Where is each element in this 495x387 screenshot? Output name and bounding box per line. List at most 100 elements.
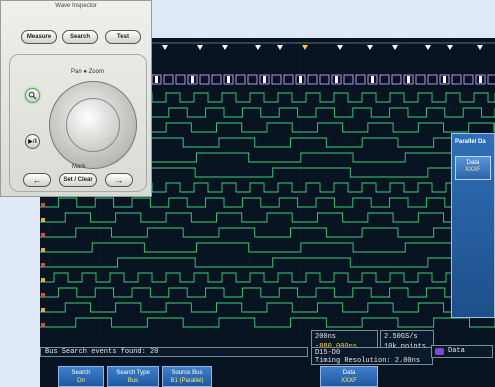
measure-button[interactable]: Measure <box>21 30 57 44</box>
bus-packet <box>235 74 246 85</box>
digital-trace <box>40 287 495 298</box>
bus-highlight <box>371 76 374 83</box>
menu-source-bus-label: Source Bus <box>171 370 203 376</box>
menu-search-type-label: Search Type <box>116 370 150 376</box>
menu-search-value: On <box>76 378 85 384</box>
bus-packet <box>379 74 390 85</box>
bus-packet <box>247 74 258 85</box>
channel-marker <box>41 293 45 297</box>
channel-marker <box>41 203 45 207</box>
bus-highlight <box>263 76 266 83</box>
zoom-button[interactable] <box>25 88 40 103</box>
bus-packet <box>211 74 222 85</box>
sample-rate: 2.50GS/s <box>384 333 418 341</box>
bus-label-box: Data <box>431 345 493 358</box>
bus-highlight <box>479 76 482 83</box>
digital-trace <box>40 257 495 268</box>
search-marker-icon <box>477 45 483 50</box>
menu-data-button[interactable]: Data XXXF <box>320 366 378 387</box>
search-marker-icon <box>222 45 228 50</box>
bus-color-chip <box>435 348 444 355</box>
bus-packet <box>283 74 294 85</box>
side-menu-data-label: Data <box>466 160 480 166</box>
bus-highlight <box>443 76 446 83</box>
search-button[interactable]: Search <box>62 30 98 44</box>
menu-data-label: Data <box>342 370 356 376</box>
digital-trace <box>40 272 495 283</box>
side-menu-title: Parallel Da <box>455 139 486 145</box>
zoom-knob-inner[interactable] <box>66 98 120 152</box>
bus-packet <box>343 74 354 85</box>
play-pause-button[interactable]: ▶/‖ <box>25 134 40 149</box>
side-menu-data-button[interactable]: Data XXXF <box>455 156 491 180</box>
bus-channels: D15-D0 <box>315 349 341 357</box>
digital-trace <box>40 212 495 223</box>
bus-highlight <box>191 76 194 83</box>
search-marker-icon <box>162 45 168 50</box>
digital-trace <box>40 197 495 208</box>
set-clear-button[interactable]: Set / Clear <box>59 173 97 187</box>
bus-packet <box>199 74 210 85</box>
magnifier-icon <box>28 91 37 100</box>
channel-marker <box>41 308 45 312</box>
side-menu-panel: Parallel Da Data XXXF <box>451 133 495 318</box>
bus-label: Data <box>448 347 465 355</box>
channel-marker <box>41 278 45 282</box>
bus-waveform <box>151 74 495 85</box>
search-marker-icon <box>337 45 343 50</box>
bus-packet <box>487 74 495 85</box>
menu-data-value: XXXF <box>341 378 357 384</box>
search-marker-icon <box>367 45 373 50</box>
menu-search-label: Search <box>71 370 91 376</box>
channel-marker <box>41 323 45 327</box>
bus-packet <box>307 74 318 85</box>
pan-zoom-label: Pan ● Zoom <box>71 69 104 75</box>
search-marker-icon <box>447 45 453 50</box>
bus-highlight <box>299 76 302 83</box>
bus-packet <box>451 74 462 85</box>
search-marker-icon <box>255 45 261 50</box>
channel-marker <box>41 233 45 237</box>
channel-marker <box>41 218 45 222</box>
previous-mark-button[interactable]: ← <box>23 173 51 187</box>
menu-search-button[interactable]: Search On <box>58 366 104 387</box>
status-text: Bus Search events found: 20 <box>45 348 159 356</box>
digital-trace <box>40 302 495 313</box>
menu-source-bus-button[interactable]: Source Bus B1 (Parallel) <box>162 366 212 387</box>
digital-trace <box>40 242 495 253</box>
menu-source-bus-value: B1 (Parallel) <box>170 378 204 384</box>
search-markers <box>162 45 483 50</box>
bus-packet <box>391 74 402 85</box>
mark-label: Mark <box>72 164 86 170</box>
channel-marker <box>41 263 45 267</box>
wave-inspector-panel: Wave Inspector Measure Search Test Pan ●… <box>0 0 152 197</box>
bus-packet <box>427 74 438 85</box>
bus-packet <box>175 74 186 85</box>
search-marker-icon <box>425 45 431 50</box>
bus-highlight <box>155 76 158 83</box>
bus-readout: D15-D0 Timing Resolution: 2.00ns <box>311 347 433 365</box>
bus-packet <box>319 74 330 85</box>
digital-trace <box>40 317 495 328</box>
bus-highlight <box>335 76 338 83</box>
menu-search-type-value: Bus <box>127 378 139 384</box>
side-menu-data-value: XXXF <box>465 167 481 173</box>
bus-highlight <box>407 76 410 83</box>
search-marker-icon <box>302 45 308 50</box>
search-marker-icon <box>197 45 203 50</box>
bus-packet <box>463 74 474 85</box>
menu-search-type-button[interactable]: Search Type Bus <box>107 366 159 387</box>
digital-trace <box>40 227 495 238</box>
bus-packet <box>163 74 174 85</box>
next-mark-button[interactable]: → <box>105 173 133 187</box>
channel-marker <box>41 248 45 252</box>
bus-packet <box>415 74 426 85</box>
bus-highlight <box>227 76 230 83</box>
search-marker-icon <box>277 45 283 50</box>
status-bar: Bus Search events found: 20 <box>40 347 308 357</box>
timebase-value: 200ns <box>315 333 337 341</box>
test-button[interactable]: Test <box>105 30 141 44</box>
bus-packet <box>355 74 366 85</box>
search-marker-icon <box>392 45 398 50</box>
bus-packet <box>271 74 282 85</box>
